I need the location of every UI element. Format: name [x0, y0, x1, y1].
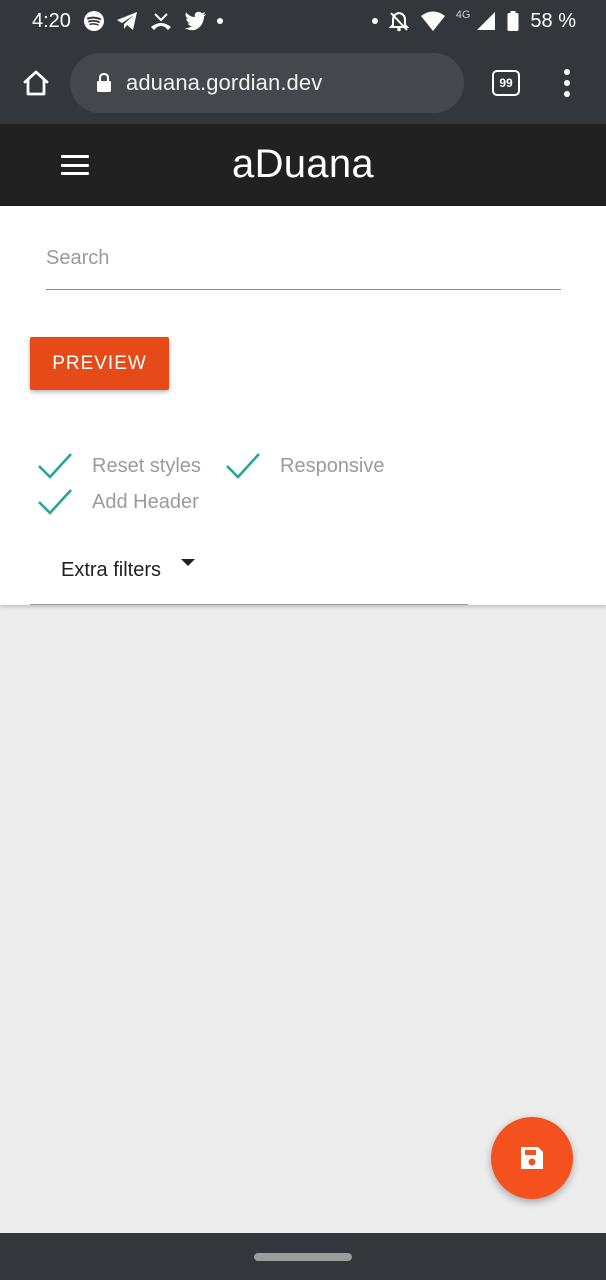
options-card: PREVIEW Reset styles Responsive Add Head…: [0, 206, 606, 605]
app-title: aDuana: [232, 142, 374, 186]
save-button[interactable]: [491, 1117, 573, 1199]
notification-dot: [371, 18, 378, 24]
app-header: aDuana: [0, 124, 606, 206]
preview-button[interactable]: PREVIEW: [30, 337, 169, 390]
responsive-checkbox[interactable]: Responsive: [224, 448, 385, 484]
checkmark-icon: [226, 453, 260, 479]
tab-switcher-button[interactable]: 99: [492, 70, 520, 96]
status-right-icons: 4G 58 %: [371, 9, 576, 33]
extra-filters-dropdown[interactable]: Extra filters: [30, 536, 468, 605]
lock-icon: [97, 73, 111, 92]
checkmark-icon: [38, 489, 72, 515]
spotify-icon: [83, 10, 105, 32]
home-gesture-handle[interactable]: [254, 1252, 352, 1261]
alarm-off-icon: [388, 10, 410, 32]
save-icon: [521, 1147, 543, 1169]
home-icon: [23, 70, 49, 96]
status-left-icons: [83, 10, 223, 32]
battery-icon: [506, 10, 520, 32]
missed-call-icon: [149, 10, 173, 32]
reset-styles-label: Reset styles: [92, 454, 201, 477]
responsive-label: Responsive: [280, 454, 385, 477]
dropdown-arrow-icon: [181, 558, 196, 566]
system-nav-bar: [0, 1233, 606, 1280]
url-text: aduana.gordian.dev: [126, 70, 323, 95]
home-button[interactable]: [18, 65, 54, 101]
telegram-icon: [115, 10, 139, 32]
status-bar: 4:20 4G 58 %: [0, 0, 606, 42]
twitter-icon: [183, 10, 207, 32]
address-bar[interactable]: aduana.gordian.dev: [70, 53, 464, 113]
add-header-label: Add Header: [92, 490, 199, 513]
notification-dot: [216, 18, 223, 24]
add-header-checkbox[interactable]: Add Header: [36, 484, 199, 520]
search-field: [46, 238, 561, 290]
battery-percentage: 58 %: [530, 9, 576, 32]
reset-styles-checkbox[interactable]: Reset styles: [36, 448, 201, 484]
wifi-icon: [420, 10, 446, 32]
search-input[interactable]: [46, 238, 561, 278]
signal-icon: [476, 10, 496, 32]
status-time: 4:20: [32, 9, 71, 32]
browser-toolbar: aduana.gordian.dev 99: [0, 42, 606, 124]
checkmark-icon: [38, 453, 72, 479]
more-vert-icon[interactable]: [564, 69, 570, 97]
network-type: 4G: [455, 9, 471, 21]
extra-filters-label: Extra filters: [61, 558, 162, 581]
